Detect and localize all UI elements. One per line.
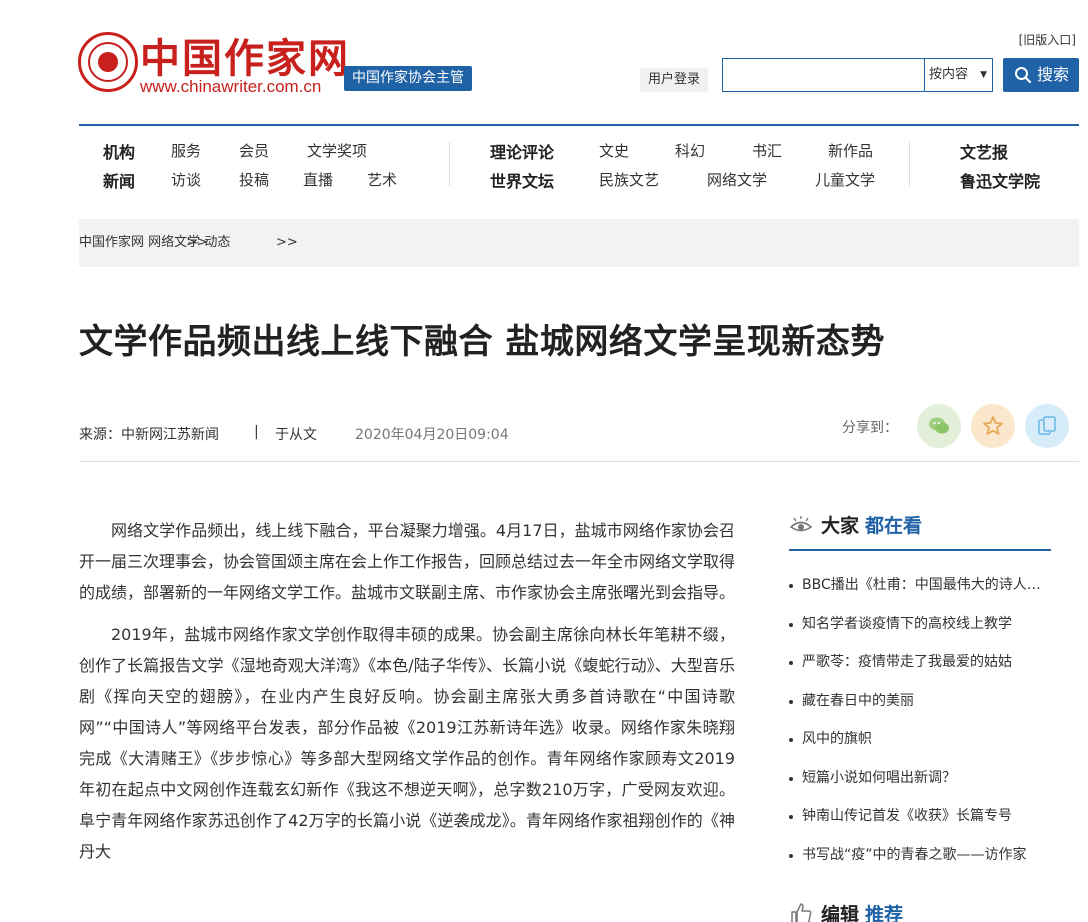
login-button[interactable]: 用户登录 (640, 68, 709, 92)
search-scope-value: 按内容 (929, 67, 969, 82)
nav-item-lu-xun-academy[interactable]: 鲁迅文学院 (960, 168, 1040, 192)
sidebar-recommend-title-a: 编辑 (821, 904, 860, 922)
thumbs-up-icon (791, 903, 812, 922)
nav-item-news[interactable]: 新闻 (103, 168, 135, 192)
popular-list-item[interactable]: 风中的旗帜 (789, 720, 1051, 759)
nav-item-submissions[interactable]: 投稿 (239, 169, 269, 190)
nav-item-live[interactable]: 直播 (303, 169, 333, 190)
nav-item-services[interactable]: 服务 (171, 140, 201, 161)
popular-list-item[interactable]: 知名学者谈疫情下的高校线上教学 (789, 605, 1051, 644)
star-icon (983, 416, 1003, 435)
breadcrumb-separator: >> (276, 235, 298, 250)
article-body: 网络文学作品频出，线上线下融合，平台凝聚力增强。4月17日，盐城市网络作家协会召… (79, 515, 735, 878)
popular-list-item[interactable]: 严歌苓：疫情带走了我最爱的姑姑 (789, 643, 1051, 682)
nav-item-new-works[interactable]: 新作品 (828, 140, 873, 161)
writers-association-seal-icon (78, 32, 138, 92)
article-title: 文学作品频出线上线下融合 盐城网络文学呈现新态势 (79, 322, 885, 362)
share-label: 分享到： (842, 420, 898, 436)
site-logo[interactable]: 中国作家网 www.chinawriter.com.cn (78, 24, 348, 100)
search-scope-select[interactable]: 按内容 ▼ (924, 58, 993, 92)
search-button-label: 搜索 (1037, 65, 1070, 84)
logo-title: 中国作家网 (140, 35, 350, 82)
sidebar-popular-title-a: 大家 (821, 515, 860, 537)
sidebar-recommend-header: 编辑 推荐 (789, 898, 1051, 922)
meta-separator: | (254, 424, 259, 440)
breadcrumb-home[interactable]: 中国作家网 (79, 235, 144, 250)
search-input[interactable] (722, 58, 924, 92)
nav-item-world-literature[interactable]: 世界文坛 (490, 168, 554, 192)
nav-item-online-literature[interactable]: 网络文学 (707, 169, 767, 190)
sidebar-popular-header: 大家 都在看 (789, 511, 1051, 551)
breadcrumb-news-updates[interactable]: 动态 (204, 235, 230, 250)
sidebar-popular-title-b: 都在看 (865, 515, 923, 537)
nav-divider (449, 142, 450, 186)
nav-item-organization[interactable]: 机构 (103, 139, 135, 163)
nav-item-sci-fi[interactable]: 科幻 (675, 140, 705, 161)
wechat-icon (929, 417, 949, 434)
nav-item-theory-review[interactable]: 理论评论 (490, 139, 554, 163)
nav-item-literary-history[interactable]: 文史 (599, 140, 629, 161)
nav-item-children-literature[interactable]: 儿童文学 (815, 169, 875, 190)
article-time: 2020年04月20日09:04 (355, 427, 509, 443)
copy-icon (1038, 416, 1056, 435)
nav-item-interviews[interactable]: 访谈 (171, 169, 201, 190)
authority-badge: 中国作家协会主管 (344, 66, 472, 91)
nav-item-members[interactable]: 会员 (239, 140, 269, 161)
search-button[interactable]: 搜索 (1003, 58, 1079, 92)
popular-list-item[interactable]: 藏在春日中的美丽 (789, 682, 1051, 721)
popular-list-item[interactable]: 书写战“疫”中的青春之歌——访作家 (789, 836, 1051, 875)
meta-divider (79, 461, 1079, 462)
popular-list-item[interactable]: 钟南山传记首发《收获》长篇专号 (789, 797, 1051, 836)
copy-link-button[interactable] (1025, 404, 1069, 448)
article-paragraph: 网络文学作品频出，线上线下融合，平台凝聚力增强。4月17日，盐城市网络作家协会召… (79, 521, 736, 602)
article-author: 于从文 (275, 427, 317, 443)
article-paragraph: 2019年，盐城市网络作家文学创作取得丰硕的成果。协会副主席徐向林长年笔耕不缀，… (79, 625, 735, 861)
eye-icon (789, 516, 813, 532)
nav-item-literary-awards[interactable]: 文学奖项 (307, 140, 367, 161)
breadcrumb-separator: >> (186, 235, 208, 250)
main-nav: 机构 服务 会员 文学奖项 理论评论 文史 科幻 书汇 新作品 文艺报 新闻 访… (79, 124, 1079, 204)
nav-item-ethnic-arts[interactable]: 民族文艺 (599, 169, 659, 190)
old-version-link[interactable]: [旧版入口] (1019, 31, 1076, 48)
popular-list-item[interactable]: BBC播出《杜甫：中国最伟大的诗人》纪录片 (789, 566, 1051, 605)
sidebar-recommend-title-b: 推荐 (865, 904, 904, 922)
nav-item-arts[interactable]: 艺术 (367, 169, 397, 190)
popular-list: BBC播出《杜甫：中国最伟大的诗人》纪录片 知名学者谈疫情下的高校线上教学 严歌… (789, 566, 1051, 874)
logo-url: www.chinawriter.com.cn (140, 77, 322, 96)
breadcrumb: 中国作家网 >> 网络文学 >> 动态 (79, 219, 1079, 267)
article-meta: 来源：中新网江苏新闻 | 于从文 2020年04月20日09:04 (79, 424, 509, 444)
nav-item-book-collection[interactable]: 书汇 (752, 140, 782, 161)
article-source: 来源：中新网江苏新闻 (79, 427, 219, 443)
popular-list-item[interactable]: 短篇小说如何唱出新调？ (789, 759, 1051, 798)
share-favorite-button[interactable] (971, 404, 1015, 448)
nav-divider (909, 142, 910, 186)
search-icon (1015, 67, 1032, 84)
caret-down-icon: ▼ (980, 70, 987, 80)
share-wechat-button[interactable] (917, 404, 961, 448)
nav-item-wenyibao[interactable]: 文艺报 (960, 139, 1008, 163)
